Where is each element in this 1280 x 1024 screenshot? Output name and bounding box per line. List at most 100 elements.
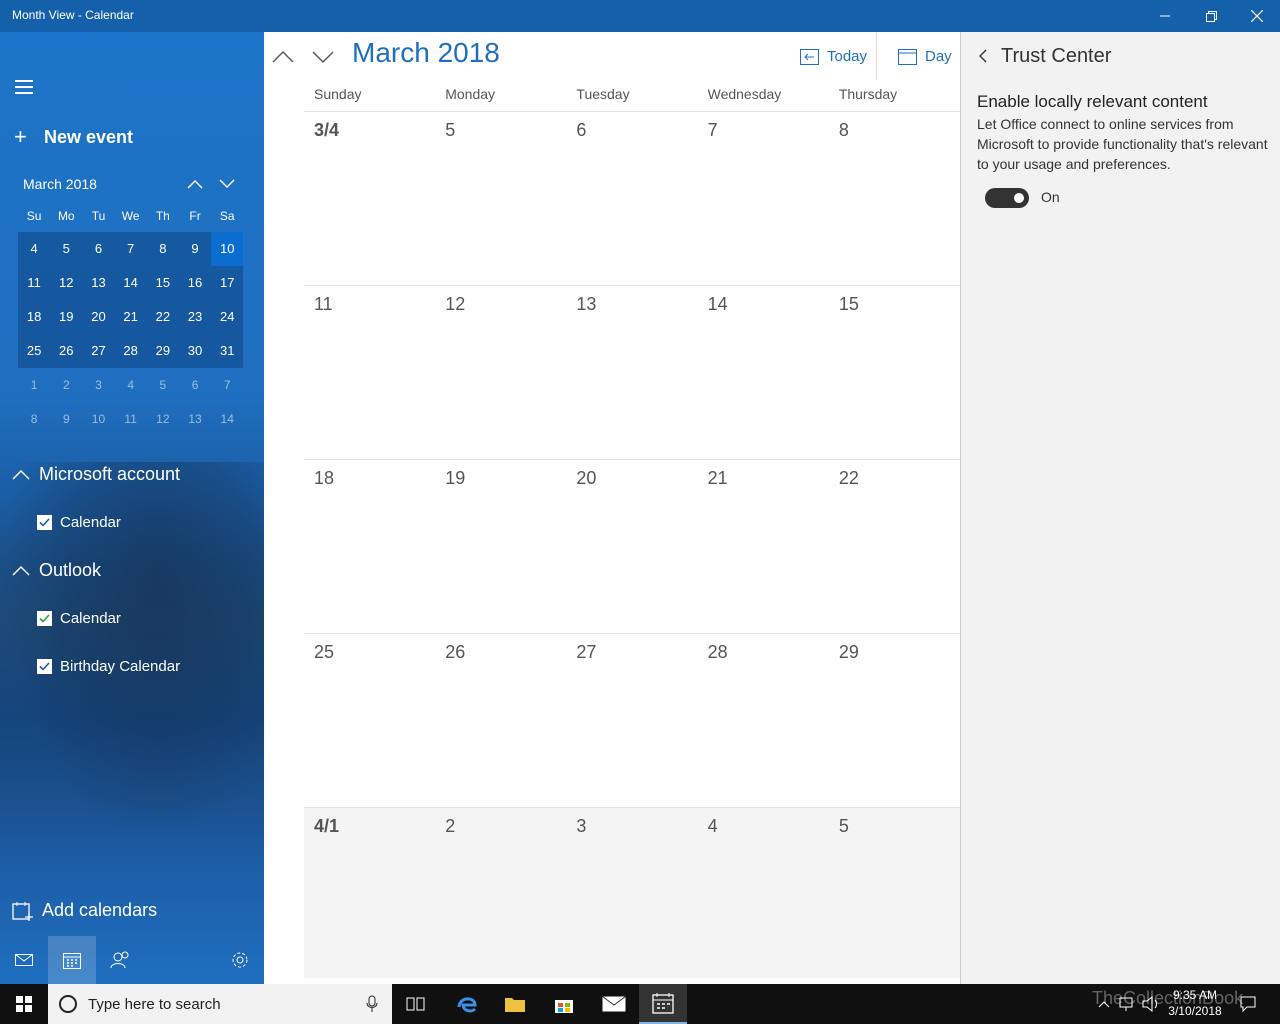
month-day-cell[interactable]: 21 [698,460,829,633]
close-button[interactable] [1234,0,1280,32]
mini-calendar-day[interactable]: 12 [50,266,83,300]
new-event-button[interactable]: + New event [14,124,133,150]
month-day-cell[interactable]: 2 [435,808,566,978]
file-explorer-button[interactable] [491,984,539,1024]
restore-button[interactable] [1188,0,1234,32]
microphone-icon[interactable] [366,995,378,1013]
calendar-item[interactable]: Calendar [37,610,121,627]
mini-calendar-day[interactable]: 3 [82,368,114,402]
mini-calendar-day[interactable]: 14 [114,266,147,300]
mini-calendar-day[interactable]: 17 [211,266,244,300]
mini-calendar-day[interactable]: 26 [50,334,83,368]
mini-calendar-day[interactable]: 11 [18,266,51,300]
mini-calendar-day[interactable]: 6 [179,368,211,402]
month-day-cell[interactable]: 26 [435,634,566,807]
settings-button[interactable] [216,936,264,984]
mini-calendar-day[interactable]: 9 [50,402,82,436]
month-day-cell[interactable]: 4/1 [304,808,435,978]
mini-calendar-day[interactable]: 27 [82,334,115,368]
mini-calendar-day[interactable]: 10 [82,402,114,436]
mini-calendar-day[interactable]: 4 [18,232,51,266]
minimize-button[interactable] [1142,0,1188,32]
month-day-cell[interactable]: 20 [566,460,697,633]
calendar-item[interactable]: Calendar [37,514,121,531]
mini-calendar-prev-button[interactable] [183,172,207,196]
calendar-item[interactable]: Birthday Calendar [37,658,180,675]
mini-calendar-day[interactable]: 23 [178,300,212,334]
mini-calendar-day[interactable]: 4 [115,368,147,402]
mini-calendar-day[interactable]: 11 [115,402,147,436]
mini-calendar-day[interactable]: 20 [82,300,115,334]
chevron-up-icon[interactable] [1098,1000,1110,1008]
month-day-cell[interactable]: 8 [829,112,960,285]
people-button[interactable] [96,936,144,984]
mini-calendar-day[interactable]: 5 [147,368,179,402]
mini-calendar-day[interactable]: 1 [18,368,50,402]
mini-calendar-day[interactable]: 28 [114,334,147,368]
mail-button[interactable] [0,936,48,984]
network-icon[interactable] [1118,996,1136,1012]
mini-calendar-day[interactable]: 8 [18,402,50,436]
mini-calendar-day[interactable]: 30 [178,334,212,368]
month-day-cell[interactable]: 5 [829,808,960,978]
month-day-cell[interactable]: 12 [435,286,566,459]
mini-calendar-day[interactable]: 8 [146,232,179,266]
mini-calendar-day[interactable]: 24 [211,300,244,334]
notification-icon[interactable] [1240,996,1256,1012]
mini-calendar-day[interactable]: 31 [211,334,244,368]
checkbox[interactable] [37,659,52,674]
mini-calendar-day[interactable]: 9 [178,232,212,266]
mini-calendar-day[interactable]: 12 [147,402,179,436]
task-view-button[interactable] [392,984,440,1024]
month-day-cell[interactable]: 3 [566,808,697,978]
month-day-cell[interactable]: 11 [304,286,435,459]
month-day-cell[interactable]: 15 [829,286,960,459]
month-day-cell[interactable]: 4 [698,808,829,978]
mini-calendar-day[interactable]: 13 [82,266,115,300]
mini-calendar-day[interactable]: 21 [114,300,147,334]
previous-month-button[interactable] [268,42,298,72]
account-outlook[interactable]: Outlook [12,560,101,581]
mini-calendar-day[interactable]: 15 [146,266,179,300]
month-day-cell[interactable]: 27 [566,634,697,807]
month-day-cell[interactable]: 28 [698,634,829,807]
back-button[interactable] [975,46,991,66]
relevant-content-toggle[interactable] [985,188,1029,208]
add-calendars-button[interactable]: Add calendars [12,900,157,921]
calendar-app-button[interactable] [639,984,687,1024]
month-day-cell[interactable]: 13 [566,286,697,459]
mini-calendar-day[interactable]: 6 [82,232,115,266]
mini-calendar-month[interactable]: March 2018 [23,176,97,192]
month-day-cell[interactable]: 5 [435,112,566,285]
month-day-cell[interactable]: 6 [566,112,697,285]
mini-calendar-day[interactable]: 25 [18,334,51,368]
mini-calendar-next-button[interactable] [215,172,239,196]
mini-calendar-day[interactable]: 7 [114,232,147,266]
month-day-cell[interactable]: 18 [304,460,435,633]
account-microsoft[interactable]: Microsoft account [12,464,180,485]
month-day-cell[interactable]: 22 [829,460,960,633]
mini-calendar-day[interactable]: 7 [211,368,243,402]
edge-button[interactable] [443,984,491,1024]
mail-app-button[interactable] [590,984,638,1024]
mini-calendar-day[interactable]: 10 [211,232,244,266]
month-day-cell[interactable]: 19 [435,460,566,633]
mini-calendar-day[interactable]: 13 [179,402,211,436]
taskbar-search-box[interactable]: Type here to search [48,984,392,1024]
mini-calendar-day[interactable]: 2 [50,368,82,402]
month-title[interactable]: March 2018 [352,37,500,69]
hamburger-menu-icon[interactable] [15,80,33,94]
mini-calendar-day[interactable]: 18 [18,300,51,334]
month-day-cell[interactable]: 7 [698,112,829,285]
checkbox[interactable] [37,611,52,626]
mini-calendar-day[interactable]: 16 [178,266,212,300]
day-view-button[interactable]: Day [898,47,952,65]
mini-calendar-day[interactable]: 5 [50,232,83,266]
system-clock[interactable]: 9:35 AM 3/10/2018 [1160,987,1230,1019]
today-button[interactable]: Today [800,47,867,65]
checkbox[interactable] [37,515,52,530]
mini-calendar-day[interactable]: 14 [211,402,243,436]
month-day-cell[interactable]: 25 [304,634,435,807]
volume-icon[interactable] [1142,996,1160,1012]
next-month-button[interactable] [308,42,338,72]
